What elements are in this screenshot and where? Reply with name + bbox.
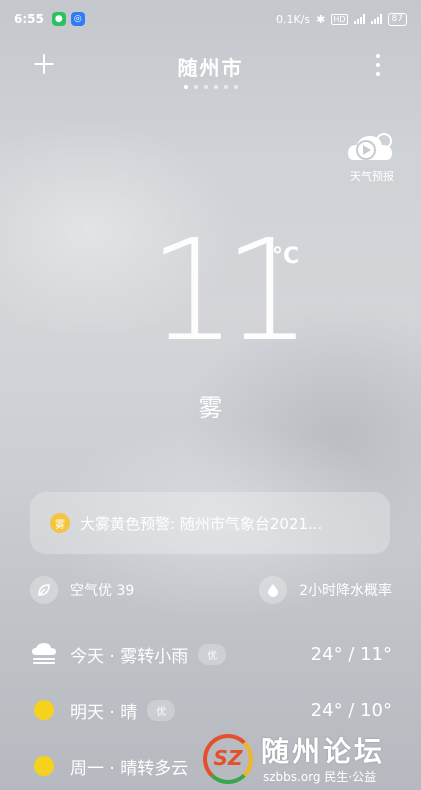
forum-logo: SZ: [203, 734, 253, 784]
app-notification-icon: ◎: [70, 12, 85, 26]
header: 随州市: [0, 44, 421, 90]
temperature-unit: °C: [272, 244, 300, 269]
day-label: 今天 · 雾转小雨: [70, 646, 189, 667]
signal-icon-1: [353, 14, 365, 24]
battery-indicator: 87: [387, 12, 407, 26]
more-menu-button[interactable]: [375, 54, 381, 76]
day-label: 周一 · 晴转多云: [70, 758, 189, 779]
status-time: 6:55: [14, 12, 44, 26]
leaf-icon: [30, 576, 58, 604]
fog-rain-icon: [30, 640, 58, 668]
precipitation-text: 2小时降水概率: [299, 583, 392, 599]
weather-warning-banner[interactable]: 雾 大雾黄色预警: 随州市气象台2021...: [30, 492, 390, 554]
forecast-button-label: 天气预报: [350, 170, 394, 183]
network-speed: 0.1K/s: [275, 12, 311, 26]
fog-warning-icon: 雾: [50, 513, 70, 533]
page-indicator: [0, 85, 421, 89]
forum-brand: 随州论坛: [261, 735, 386, 768]
info-row: 空气优 39 2小时降水概率: [30, 576, 392, 608]
signal-icon-2: [370, 14, 382, 24]
more-dot: [376, 72, 380, 76]
temperature-range: 24° / 10°: [310, 699, 392, 721]
page-dot: [183, 85, 188, 89]
status-bar: 6:55 ● ◎ 0.1K/s ✱ HD 87: [0, 0, 421, 38]
wechat-icon: ●: [51, 12, 66, 26]
page-dot: [223, 85, 228, 89]
forum-watermark: SZ 随州论坛 szbbs.org 民生·公益: [203, 728, 413, 786]
hd-icon: HD: [331, 13, 348, 25]
more-dot: [376, 63, 380, 67]
day-label: 明天 · 晴: [70, 702, 138, 723]
air-quality-text: 空气优 39: [70, 583, 135, 599]
page-dot: [213, 85, 218, 89]
current-weather: 11 °C: [0, 222, 421, 372]
water-drop-icon: [259, 576, 288, 604]
warning-text: 大雾黄色预警: 随州市气象台2021...: [80, 514, 323, 533]
page-dot: [193, 85, 198, 89]
page-dot: [233, 85, 238, 89]
city-title[interactable]: 随州市: [0, 52, 421, 81]
play-cloud-icon: [348, 133, 392, 160]
forum-site: szbbs.org 民生·公益: [263, 770, 377, 784]
aqi-badge: 优: [147, 699, 176, 721]
current-temperature: 11: [148, 210, 312, 373]
precipitation-item[interactable]: 2小时降水概率: [259, 576, 392, 604]
current-condition: 雾: [198, 394, 223, 422]
sun-icon: [30, 696, 58, 724]
weather-forecast-video-button[interactable]: 天气预报: [343, 130, 401, 184]
bluetooth-icon: ✱: [316, 12, 326, 26]
page-dot: [203, 85, 208, 89]
air-quality-item[interactable]: 空气优 39: [30, 576, 134, 604]
forecast-row-today[interactable]: 今天 · 雾转小雨 优 24° / 11°: [30, 626, 392, 682]
more-dot: [376, 54, 380, 58]
sun-icon: [30, 752, 58, 780]
temperature-range: 24° / 11°: [310, 643, 392, 665]
aqi-badge: 优: [198, 643, 227, 665]
